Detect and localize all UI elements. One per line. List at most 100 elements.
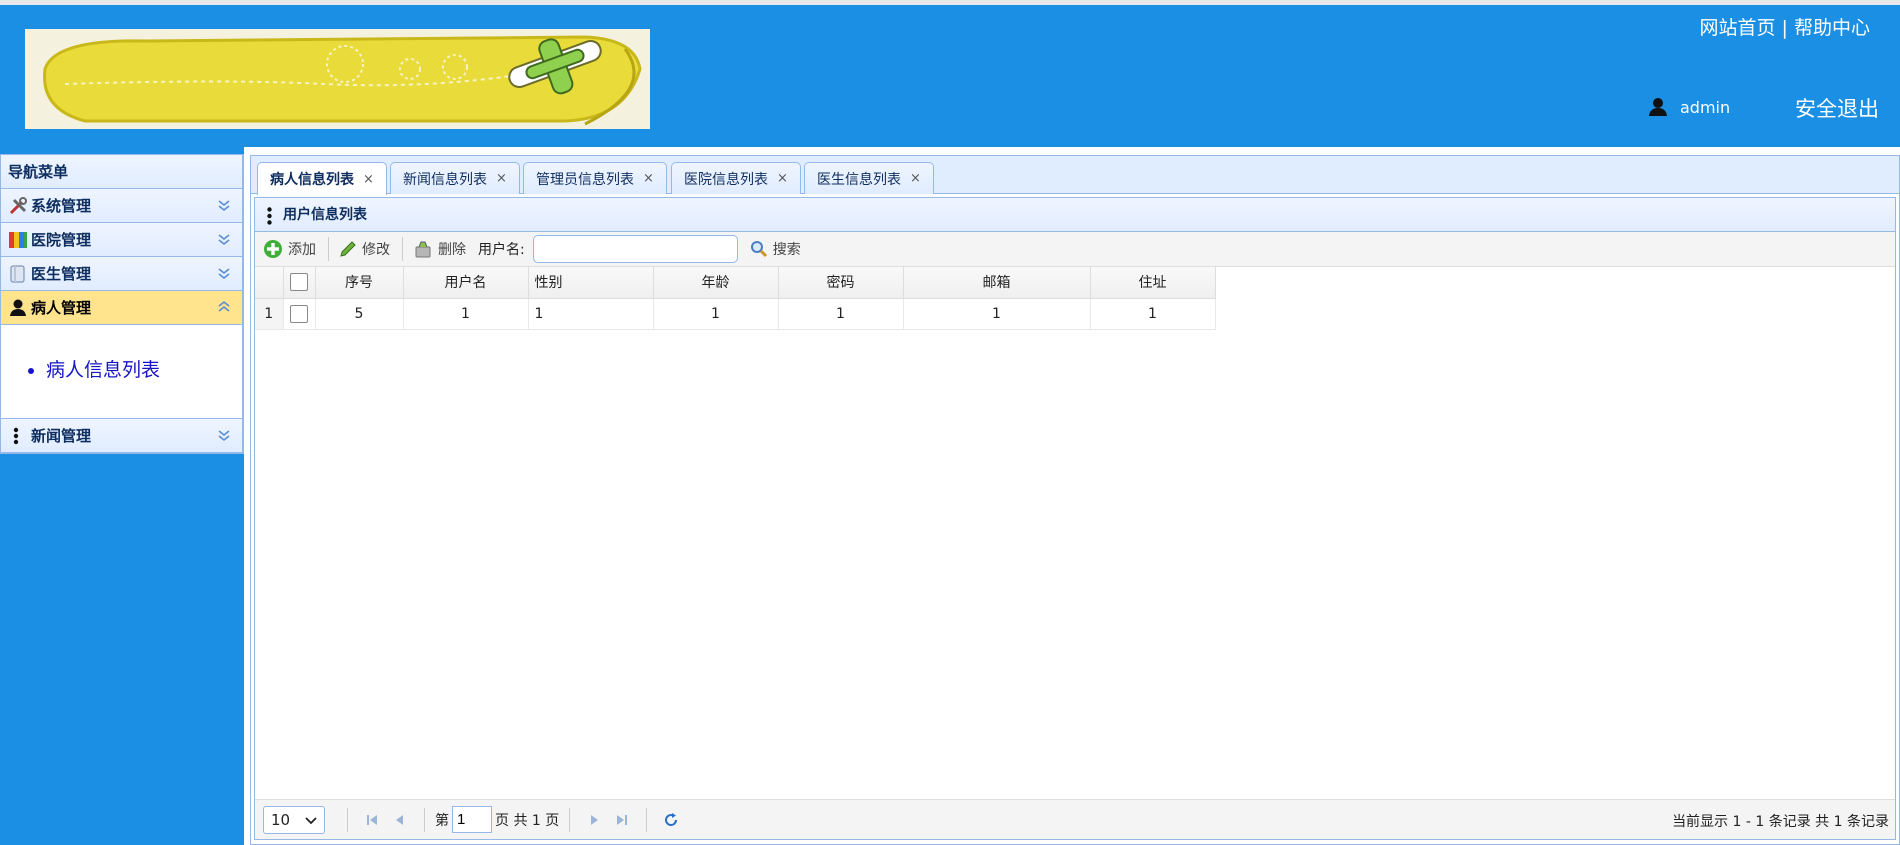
sidebar-section-system[interactable]: 系统管理 — [1, 189, 242, 223]
tab-label: 医院信息列表 — [684, 171, 768, 188]
cell-gender: 1 — [528, 298, 654, 330]
logo — [25, 29, 650, 129]
column-header[interactable]: 密码 — [778, 267, 904, 299]
edit-button[interactable]: 修改 — [339, 239, 390, 259]
close-icon[interactable]: × — [363, 172, 374, 187]
close-icon[interactable]: × — [643, 171, 654, 186]
page-size-select[interactable]: 10 — [263, 805, 325, 834]
tab-patient-list[interactable]: 病人信息列表 × — [257, 162, 387, 195]
row-number-header — [255, 267, 284, 299]
panel-title: 用户信息列表 — [255, 198, 1895, 232]
table-row[interactable]: 1 5 1 1 1 1 1 1 — [255, 298, 1216, 330]
left-sidebar: 导航菜单 系统管理 医院管理 医生管理 病人管理 • 病人信息列表 新闻管理 — [0, 147, 244, 845]
user-icon — [10, 299, 26, 316]
delete-button[interactable]: 删除 — [413, 239, 466, 259]
username-search-input[interactable] — [532, 235, 738, 263]
sidebar-item-patient-list[interactable]: 病人信息列表 — [46, 355, 160, 382]
pager-divider — [569, 807, 571, 832]
close-icon[interactable]: × — [910, 171, 921, 186]
sidebar-section-patient-body: 病人信息列表 — [1, 325, 242, 419]
link-separator: | — [1781, 17, 1788, 39]
row-select-cell — [283, 298, 316, 330]
sidebar-section-label: 病人管理 — [31, 299, 92, 317]
column-header[interactable]: 用户名 — [403, 267, 529, 299]
column-header[interactable]: 邮箱 — [903, 267, 1091, 299]
add-button[interactable]: 添加 — [263, 239, 316, 259]
next-page-button[interactable] — [580, 806, 608, 834]
tab-label: 新闻信息列表 — [403, 171, 487, 188]
sidebar-section-hospital[interactable]: 医院管理 — [1, 223, 242, 257]
sidebar-section-news[interactable]: 新闻管理 — [1, 419, 242, 453]
help-link[interactable]: 帮助中心 — [1794, 17, 1870, 39]
select-all-cell — [283, 267, 316, 299]
search-label: 用户名: — [478, 242, 525, 258]
prev-page-button[interactable] — [386, 806, 414, 834]
sidebar-section-label: 医院管理 — [31, 231, 92, 249]
sidebar-section-doctor[interactable]: 医生管理 — [1, 257, 242, 291]
doctor-icon — [10, 264, 25, 283]
sidebar-section-patient[interactable]: 病人管理 — [1, 291, 242, 325]
sidebar-section-label: 新闻管理 — [31, 427, 92, 445]
tab-news-list[interactable]: 新闻信息列表 × — [390, 162, 520, 194]
cell-username: 1 — [403, 298, 529, 330]
pager-divider — [424, 807, 425, 832]
user-icon — [1649, 98, 1667, 116]
toolbar-divider — [328, 237, 329, 261]
header: 网站首页 | 帮助中心 admin 安全退出 — [0, 0, 1900, 147]
chevron-up-icon[interactable] — [216, 299, 232, 315]
select-all-checkbox[interactable] — [290, 273, 308, 292]
close-icon[interactable]: × — [777, 171, 788, 186]
chevron-down-icon[interactable] — [216, 427, 232, 443]
nav-title: 导航菜单 — [1, 155, 242, 189]
search-button-label: 搜索 — [772, 242, 801, 258]
sidebar-section-label: 医生管理 — [31, 265, 92, 283]
grid-header-row: 序号 用户名 性别 年龄 密码 邮箱 住址 — [255, 267, 1216, 299]
logo-banner-image — [25, 29, 650, 129]
row-checkbox[interactable] — [290, 304, 308, 323]
chevron-down-icon[interactable] — [216, 231, 232, 247]
nav-panel: 导航菜单 系统管理 医院管理 医生管理 病人管理 • 病人信息列表 新闻管理 — [0, 154, 244, 454]
column-header[interactable]: 住址 — [1090, 267, 1216, 299]
chevron-down-icon — [305, 816, 317, 824]
page-suffix: 页 共 1 页 — [495, 812, 560, 829]
cell-password: 1 — [778, 298, 904, 330]
username: admin — [1680, 97, 1731, 117]
tab-label: 医生信息列表 — [817, 171, 901, 188]
tools-icon — [9, 196, 27, 214]
column-header[interactable]: 年龄 — [653, 267, 779, 299]
first-page-icon — [367, 814, 377, 825]
chevron-down-icon[interactable] — [216, 197, 232, 213]
column-header[interactable]: 序号 — [315, 267, 404, 299]
refresh-icon — [665, 812, 678, 826]
pager-divider — [646, 807, 648, 832]
sidebar-section-label: 系统管理 — [31, 197, 92, 215]
pencil-icon — [340, 241, 356, 257]
search-button[interactable]: 搜索 — [750, 239, 801, 259]
add-button-label: 添加 — [288, 242, 316, 258]
tab-label: 管理员信息列表 — [536, 171, 634, 188]
hospital-icon — [9, 231, 27, 248]
page-info: 当前显示 1 - 1 条记录 共 1 条记录 — [1672, 814, 1889, 830]
home-link[interactable]: 网站首页 — [1699, 17, 1775, 39]
chevron-down-icon[interactable] — [216, 265, 232, 281]
tab-label: 病人信息列表 — [270, 172, 354, 188]
toolbar: 添加 修改 删除 用户名: 搜索 — [255, 232, 1895, 267]
pagination-bar: 10 第 页 共 1 页 当前显 — [255, 799, 1895, 839]
cell-age: 1 — [653, 298, 779, 330]
refresh-button[interactable] — [657, 806, 685, 834]
column-header[interactable]: 性别 — [528, 267, 654, 299]
first-page-button[interactable] — [358, 806, 386, 834]
page-size-value: 10 — [271, 810, 291, 829]
tab-admin-list[interactable]: 管理员信息列表 × — [523, 162, 667, 194]
close-icon[interactable]: × — [496, 171, 507, 186]
tab-hospital-list[interactable]: 医院信息列表 × — [671, 162, 801, 194]
dots-icon — [267, 207, 272, 225]
page-number-input[interactable] — [452, 806, 492, 833]
tab-doctor-list[interactable]: 医生信息列表 × — [804, 162, 934, 194]
top-links: 网站首页 | 帮助中心 — [1699, 13, 1870, 40]
last-page-button[interactable] — [608, 806, 636, 834]
last-page-icon — [617, 814, 628, 825]
logout-link[interactable]: 安全退出 — [1795, 93, 1879, 123]
trash-icon — [415, 241, 431, 258]
tabs-bar: 病人信息列表 × 新闻信息列表 × 管理员信息列表 × 医院信息列表 × 医生信… — [251, 156, 1899, 195]
